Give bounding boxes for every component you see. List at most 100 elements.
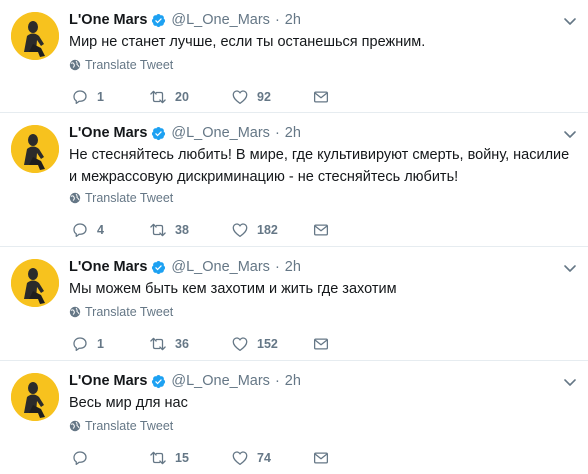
avatar-image <box>11 12 59 60</box>
retweet-button[interactable]: 36 <box>149 334 189 354</box>
globe-icon <box>69 59 81 71</box>
verified-badge-icon <box>151 260 166 275</box>
handle[interactable]: @L_One_Mars <box>171 124 270 142</box>
timestamp[interactable]: 2h <box>285 124 301 142</box>
translate-tweet-link[interactable]: Translate Tweet <box>69 57 173 73</box>
avatar[interactable] <box>11 373 59 421</box>
heart-icon <box>232 90 248 105</box>
reply-icon <box>73 223 87 238</box>
translate-label: Translate Tweet <box>85 305 174 319</box>
translate-tweet-link[interactable]: Translate Tweet <box>69 418 173 434</box>
like-button[interactable]: 92 <box>231 87 271 107</box>
reply-icon <box>73 90 87 105</box>
reply-button[interactable]: 1 <box>71 87 104 107</box>
envelope-icon <box>313 224 329 236</box>
reply-button[interactable]: 1 <box>71 334 104 354</box>
tweet-text: Мир не станет лучше, если ты останешься … <box>69 34 426 50</box>
like-count: 152 <box>257 337 278 351</box>
tweet-actions: 1 20 92 <box>71 87 341 107</box>
timestamp[interactable]: 2h <box>285 258 301 276</box>
translate-tweet-link[interactable]: Translate Tweet <box>69 190 173 206</box>
display-name[interactable]: L'One Mars <box>69 372 147 390</box>
tweet-text: Не стесняйтесь любить! В мире, где культ… <box>69 147 570 185</box>
separator: · <box>274 259 280 275</box>
chevron-down-icon[interactable] <box>562 126 578 142</box>
avatar-image <box>11 259 59 307</box>
handle[interactable]: @L_One_Mars <box>171 11 270 29</box>
chevron-down-icon[interactable] <box>562 374 578 390</box>
globe-icon <box>69 420 81 432</box>
chevron-down-icon[interactable] <box>562 260 578 276</box>
translate-label: Translate Tweet <box>85 191 174 205</box>
translate-tweet-link[interactable]: Translate Tweet <box>69 304 173 320</box>
retweet-icon <box>150 451 166 465</box>
direct-message-button[interactable] <box>312 220 330 240</box>
separator: · <box>274 12 280 28</box>
retweet-count: 38 <box>175 223 189 237</box>
heart-icon <box>232 451 248 466</box>
tweet-feed: L'One Mars @L_One_Mars · 2h Мир не стане… <box>0 0 588 474</box>
reply-button[interactable]: 4 <box>71 220 104 240</box>
translate-label: Translate Tweet <box>85 58 174 72</box>
retweet-icon <box>150 90 166 104</box>
tweet[interactable]: L'One Mars @L_One_Mars · 2h Мир не стане… <box>0 0 588 113</box>
tweet-header: L'One Mars @L_One_Mars · 2h <box>69 11 301 29</box>
tweet[interactable]: L'One Mars @L_One_Mars · 2h Весь мир для… <box>0 361 588 474</box>
verified-badge-icon <box>151 126 166 141</box>
reply-count: 1 <box>97 90 104 104</box>
avatar[interactable] <box>11 259 59 307</box>
envelope-icon <box>313 452 329 464</box>
tweet-text: Мы можем быть кем захотим и жить где зах… <box>69 281 397 297</box>
retweet-count: 20 <box>175 90 189 104</box>
retweet-count: 36 <box>175 337 189 351</box>
tweet-actions: 1 36 152 <box>71 334 341 354</box>
tweet[interactable]: L'One Mars @L_One_Mars · 2h Мы можем быт… <box>0 247 588 361</box>
retweet-button[interactable]: 20 <box>149 87 189 107</box>
tweet[interactable]: L'One Mars @L_One_Mars · 2h Не стесняйте… <box>0 113 588 247</box>
retweet-button[interactable]: 15 <box>149 448 189 468</box>
retweet-button[interactable]: 38 <box>149 220 189 240</box>
timestamp[interactable]: 2h <box>285 372 301 390</box>
retweet-icon <box>150 223 166 237</box>
chevron-down-icon[interactable] <box>562 13 578 29</box>
like-count: 92 <box>257 90 271 104</box>
translate-label: Translate Tweet <box>85 419 174 433</box>
display-name[interactable]: L'One Mars <box>69 124 147 142</box>
display-name[interactable]: L'One Mars <box>69 258 147 276</box>
heart-icon <box>232 223 248 238</box>
display-name[interactable]: L'One Mars <box>69 11 147 29</box>
like-button[interactable]: 182 <box>231 220 278 240</box>
verified-badge-icon <box>151 374 166 389</box>
handle[interactable]: @L_One_Mars <box>171 372 270 390</box>
reply-icon <box>73 451 87 466</box>
avatar-image <box>11 125 59 173</box>
tweet-header: L'One Mars @L_One_Mars · 2h <box>69 258 301 276</box>
direct-message-button[interactable] <box>312 334 330 354</box>
verified-badge-icon <box>151 13 166 28</box>
handle[interactable]: @L_One_Mars <box>171 258 270 276</box>
separator: · <box>274 373 280 389</box>
heart-icon <box>232 337 248 352</box>
globe-icon <box>69 192 81 204</box>
direct-message-button[interactable] <box>312 448 330 468</box>
direct-message-button[interactable] <box>312 87 330 107</box>
reply-icon <box>73 337 87 352</box>
reply-count: 1 <box>97 337 104 351</box>
reply-button[interactable] <box>71 448 97 468</box>
tweet-header: L'One Mars @L_One_Mars · 2h <box>69 124 301 142</box>
tweet-actions: 4 38 182 <box>71 220 341 240</box>
like-button[interactable]: 74 <box>231 448 271 468</box>
separator: · <box>274 125 280 141</box>
retweet-icon <box>150 337 166 351</box>
avatar-image <box>11 373 59 421</box>
timestamp[interactable]: 2h <box>285 11 301 29</box>
envelope-icon <box>313 338 329 350</box>
like-count: 74 <box>257 451 271 465</box>
reply-count: 4 <box>97 223 104 237</box>
avatar[interactable] <box>11 12 59 60</box>
globe-icon <box>69 306 81 318</box>
like-button[interactable]: 152 <box>231 334 278 354</box>
tweet-header: L'One Mars @L_One_Mars · 2h <box>69 372 301 390</box>
avatar[interactable] <box>11 125 59 173</box>
like-count: 182 <box>257 223 278 237</box>
